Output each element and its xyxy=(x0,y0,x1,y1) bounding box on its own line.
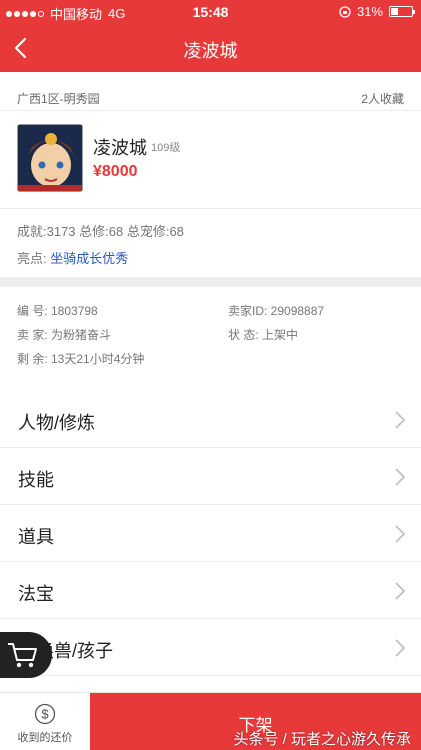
avatar-image xyxy=(18,125,82,191)
status-right: 31% xyxy=(339,4,415,19)
server-row: 广西1区-明秀园 2人收藏 xyxy=(17,90,404,107)
cart-icon xyxy=(8,643,37,668)
server-name: 广西1区-明秀园 xyxy=(17,92,100,106)
character-name: 凌波城 xyxy=(93,138,147,158)
menu-item-label: 法宝 xyxy=(18,584,54,604)
battery-percent: 31% xyxy=(356,4,383,19)
status-bar: 中国移动 4G 15:48 31% xyxy=(0,0,421,24)
favorite-count[interactable]: 2人收藏 xyxy=(361,90,404,107)
highlight-value: 坐骑成长优秀 xyxy=(50,251,129,266)
chevron-right-icon xyxy=(395,639,406,657)
highlight-line: 亮点: 坐骑成长优秀 xyxy=(17,248,128,267)
menu-item-label: 人物/修炼 xyxy=(18,413,96,433)
highlight-label: 亮点: xyxy=(17,251,47,266)
rotation-lock-icon xyxy=(339,5,351,18)
character-level: 109级 xyxy=(151,142,181,154)
seller-name: 卖 家: 为粉猪奋斗 xyxy=(17,328,112,342)
time-remaining: 剩 余: 13天21小时4分钟 xyxy=(17,352,145,366)
battery-icon xyxy=(389,6,415,17)
listing-id: 编 号: 1803798 xyxy=(17,304,98,318)
character-avatar xyxy=(17,124,83,192)
menu-item-character[interactable]: 人物/修炼 xyxy=(0,391,421,448)
watermark: 头条号 / 玩者之心游久传承 xyxy=(233,731,411,748)
chevron-right-icon xyxy=(395,525,406,543)
received-offers-button[interactable]: $ 收到的还价 xyxy=(0,693,90,750)
dollar-icon: $ xyxy=(34,703,56,725)
menu-item-label: 道具 xyxy=(18,527,54,547)
menu-item-pets[interactable]: 召唤兽/孩子 xyxy=(0,619,421,676)
seller-id: 卖家ID: 29098887 xyxy=(228,304,325,318)
menu-item-treasures[interactable]: 法宝 xyxy=(0,562,421,619)
menu-item-skills[interactable]: 技能 xyxy=(0,448,421,505)
menu-item-label: 技能 xyxy=(18,470,54,490)
nav-bar: 凌波城 xyxy=(0,24,421,72)
section-gap xyxy=(0,277,421,287)
listing-status: 状 态: 上架中 xyxy=(228,328,299,342)
price: ¥8000 xyxy=(93,163,138,180)
divider xyxy=(0,208,421,209)
received-offers-label: 收到的还价 xyxy=(17,732,73,744)
menu-item-items[interactable]: 道具 xyxy=(0,505,421,562)
cart-button[interactable] xyxy=(0,632,52,678)
page-title: 凌波城 xyxy=(183,41,238,61)
chevron-right-icon xyxy=(395,411,406,429)
svg-text:$: $ xyxy=(41,707,49,722)
chevron-right-icon xyxy=(395,468,406,486)
chevron-right-icon xyxy=(395,582,406,600)
divider xyxy=(0,110,421,111)
stats-line: 成就:3173 总修:68 总宠修:68 xyxy=(17,224,184,239)
